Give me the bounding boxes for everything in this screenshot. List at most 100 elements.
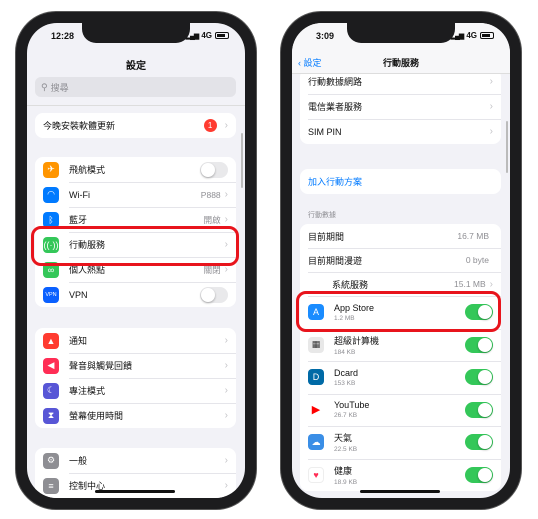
page-title: 設定 [126,61,146,72]
add-plan-button[interactable]: 加入行動方案 [300,169,501,194]
airplane-mode-toggle[interactable] [200,161,228,178]
chevron-right-icon: › [489,101,493,112]
carrier-card: 行動數據網路 › 電信業者服務 › SIM PIN › [300,69,501,144]
youtube-toggle[interactable] [465,401,493,418]
vpn-row[interactable]: VPN VPN [35,282,236,307]
gear-icon: ⚙ [43,452,59,469]
screen-time-row[interactable]: ⧗ 螢幕使用時間 › [35,403,236,428]
usage-card: 目前期間 16.7 MB 目前期間漫遊 0 byte 系統服務 15.1 MB › AA… [300,224,501,491]
notifications-row[interactable]: ▲ 通知 › [35,328,236,353]
wifi-label: Wi-Fi [69,189,90,200]
hourglass-icon: ⧗ [43,407,59,424]
page-title: 行動服務 [382,58,419,68]
search-input[interactable]: ⚲ 搜尋 [35,77,236,97]
chevron-right-icon: › [224,480,228,491]
focus-label: 專注模式 [69,386,106,396]
focus-row[interactable]: ☾ 專注模式 › [35,378,236,403]
chevron-right-icon: › [224,385,228,396]
software-update-label: 今晚安裝軟體更新 [43,121,116,131]
sound-icon: ◀ [43,357,59,374]
app-size: 18.9 KB [334,478,358,486]
control-center-icon: ≡ [43,477,59,494]
app-size: 26.7 KB [334,412,358,420]
chevron-right-icon: › [489,126,493,137]
dcard-toggle[interactable] [465,369,493,386]
youtube-icon: ▶ [308,401,324,418]
battery-icon [215,32,229,39]
app-name: 天氣 [334,433,353,444]
control-center-row[interactable]: ≡ 控制中心 › [35,473,236,498]
app-row-dcard: D Dcard 153 KB [300,361,501,394]
calculator-icon: ▦ [308,336,324,353]
clock: 12:28 [51,31,75,41]
software-update-row[interactable]: 今晚安裝軟體更新 1 › [35,113,236,138]
back-label: 設定 [303,58,322,68]
row-label: 目前期間漫遊 [308,255,363,266]
app-row-weather: ☁ 天氣 22.5 KB [300,426,501,459]
row-value: 15.1 MB [454,279,486,289]
wifi-row[interactable]: ◠ Wi-Fi P888 › [35,182,236,207]
chevron-right-icon: › [224,360,228,371]
chevron-right-icon: › [489,278,493,290]
update-card: 今晚安裝軟體更新 1 › [35,113,236,138]
add-plan-card: 加入行動方案 [300,169,501,194]
settings-screen: 12:28 ▂▄▆ 4G 設定 ⚲ 搜尋 今晚安裝軟體更新 1 › ✈ 飛航模式 ◠ Wi-… [27,23,245,498]
app-row-youtube: ▶ YouTube 26.7 KB [300,393,501,427]
airplane-icon: ✈ [43,161,59,178]
notch [347,23,455,43]
roaming-row: 目前期間漫遊 0 byte [300,248,501,272]
add-plan-label: 加入行動方案 [308,177,363,187]
scrollbar[interactable] [241,133,243,188]
chevron-right-icon: › [224,120,228,131]
wifi-icon: ◠ [43,186,59,203]
clock: 3:09 [316,31,335,41]
current-period-row: 目前期間 16.7 MB [300,224,501,248]
scrollbar[interactable] [506,121,508,173]
airplane-mode-label: 飛航模式 [69,165,106,175]
app-name: 健康 [334,465,353,476]
home-indicator[interactable] [95,490,175,493]
bluetooth-value: 開啟 [203,214,221,225]
search-icon: ⚲ [41,81,48,92]
general-row[interactable]: ⚙ 一般 › [35,448,236,473]
left-phone: 12:28 ▂▄▆ 4G 設定 ⚲ 搜尋 今晚安裝軟體更新 1 › ✈ 飛航模式 ◠ Wi-… [16,12,256,509]
app-name: Dcard [334,367,359,378]
cellular-screen: 3:09 ▂▄▆ 4G 行動服務 ‹ 設定 行動數據網路 › 電信業者服務 › SIM… [292,23,510,498]
highlight-box [31,226,239,266]
chevron-right-icon: › [224,214,228,225]
notification-icon: ▲ [43,332,59,349]
app-name: YouTube [334,400,370,411]
app-name: 超級計算機 [334,335,380,346]
calculator-toggle[interactable] [465,336,493,353]
health-icon: ♥ [308,466,324,483]
screen-time-label: 螢幕使用時間 [69,411,124,421]
app-size: 184 KB [334,348,356,356]
section-header: 行動數據 [308,212,336,219]
row-label: SIM PIN [308,126,342,137]
notifications-card: ▲ 通知 › ◀ 聲音與觸覺回饋 › ☾ 專注模式 › ⧗ 螢幕使用時間 › [35,328,236,428]
app-row-calculator: ▦ 超級計算機 184 KB [300,328,501,362]
health-toggle[interactable] [465,466,493,483]
vpn-icon: VPN [43,286,59,303]
row-label: 電信業者服務 [308,102,363,112]
row-label: 目前期間 [308,231,345,242]
search-placeholder: 搜尋 [50,82,69,93]
chevron-right-icon: › [489,76,493,87]
sim-pin-row[interactable]: SIM PIN › [300,119,501,144]
back-button[interactable]: ‹ 設定 [298,56,322,69]
home-indicator[interactable] [360,490,440,493]
carrier-services-row[interactable]: 電信業者服務 › [300,94,501,119]
sounds-label: 聲音與觸覺回饋 [69,361,133,371]
weather-toggle[interactable] [465,434,493,451]
vpn-label: VPN [69,289,88,300]
notch [82,23,190,43]
dcard-icon: D [308,369,324,386]
airplane-mode-row[interactable]: ✈ 飛航模式 [35,157,236,182]
sounds-row[interactable]: ◀ 聲音與觸覺回饋 › [35,353,236,378]
update-badge: 1 [203,119,217,132]
moon-icon: ☾ [43,382,59,399]
row-value: 0 byte [465,255,489,265]
vpn-toggle[interactable] [200,286,228,303]
weather-icon: ☁ [308,434,324,451]
right-phone: 3:09 ▂▄▆ 4G 行動服務 ‹ 設定 行動數據網路 › 電信業者服務 › SIM… [281,12,521,509]
